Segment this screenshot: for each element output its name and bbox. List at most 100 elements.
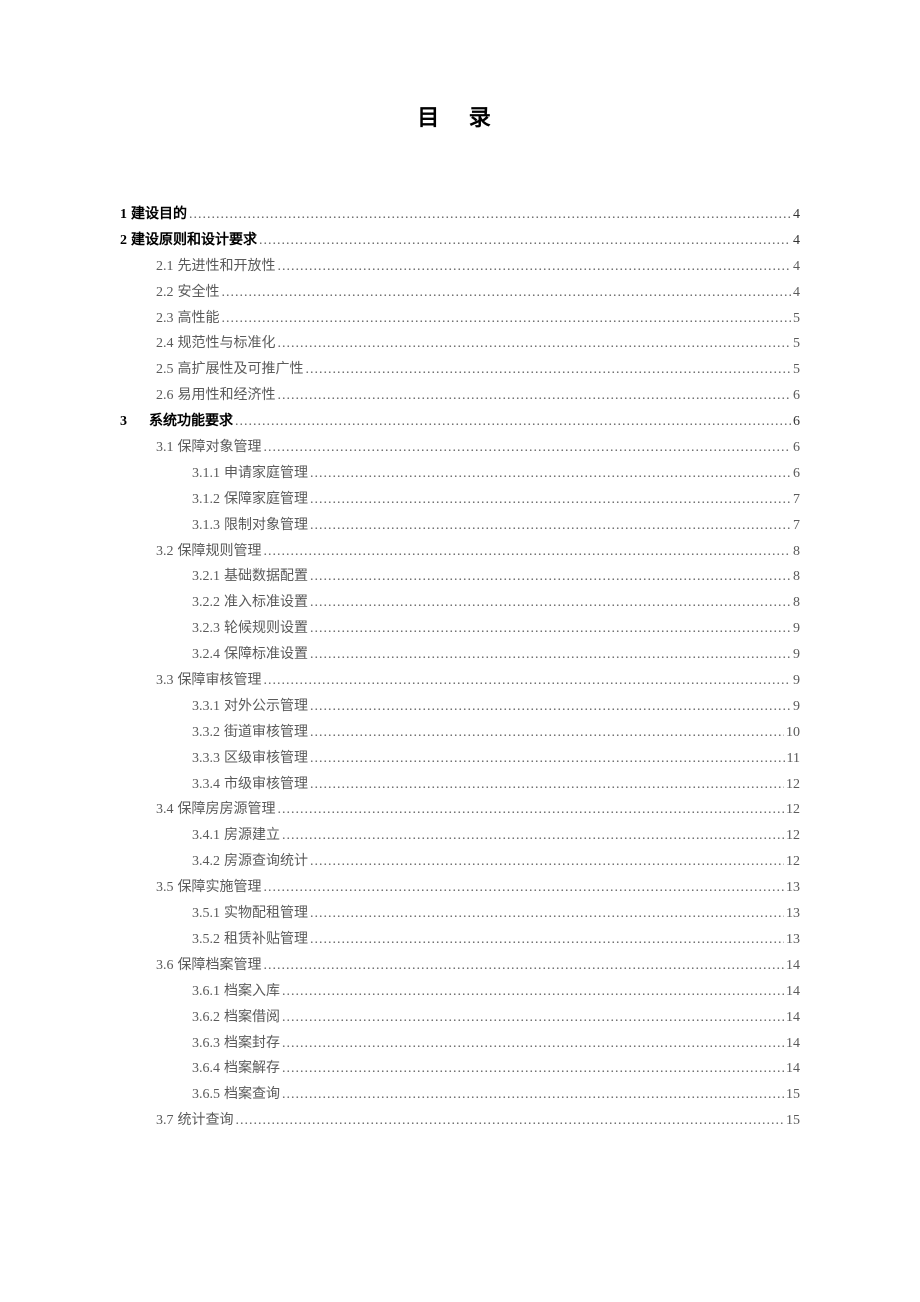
toc-entry-label: 先进性和开放性	[178, 254, 276, 280]
toc-entry-number: 3.3.4	[192, 772, 220, 798]
toc-entry[interactable]: 3 系统功能要求 6	[120, 409, 800, 435]
toc-leader-dots	[310, 642, 791, 668]
toc-entry[interactable]: 3.3.3区级审核管理11	[120, 746, 800, 772]
toc-entry[interactable]: 2.5高扩展性及可推广性5	[120, 357, 800, 383]
toc-entry[interactable]: 1建设目的4	[120, 202, 800, 228]
toc-entry-number: 3.6.1	[192, 979, 220, 1005]
toc-entry-page: 12	[786, 772, 800, 798]
toc-leader-dots	[310, 487, 791, 513]
toc-entry[interactable]: 3.3.2街道审核管理10	[120, 720, 800, 746]
toc-leader-dots	[310, 564, 791, 590]
toc-leader-dots	[189, 202, 791, 228]
toc-entry[interactable]: 3.5保障实施管理13	[120, 875, 800, 901]
toc-entry-label: 档案查询	[224, 1082, 280, 1108]
toc-entry-number: 3.6	[156, 953, 174, 979]
toc-leader-dots	[264, 435, 792, 461]
toc-entry-label: 区级审核管理	[224, 746, 308, 772]
toc-entry-page: 9	[793, 694, 800, 720]
toc-entry[interactable]: 3.6.5档案查询15	[120, 1082, 800, 1108]
toc-entry-page: 8	[793, 564, 800, 590]
toc-leader-dots	[282, 979, 784, 1005]
toc-entry-number: 3.6.2	[192, 1005, 220, 1031]
toc-entry-page: 15	[786, 1108, 800, 1134]
toc-entry[interactable]: 3.2保障规则管理 8	[120, 539, 800, 565]
toc-entry[interactable]: 3.4.2房源查询统计12	[120, 849, 800, 875]
toc-entry-page: 7	[793, 513, 800, 539]
toc-entry[interactable]: 2.2安全性4	[120, 280, 800, 306]
toc-entry-label: 保障档案管理	[178, 953, 262, 979]
toc-entry[interactable]: 3.6.3档案封存14	[120, 1031, 800, 1057]
toc-entry[interactable]: 3.7统计查询15	[120, 1108, 800, 1134]
toc-entry[interactable]: 3.2.4保障标准设置9	[120, 642, 800, 668]
toc-entry-label: 轮候规则设置	[224, 616, 308, 642]
toc-entry-number: 2.1	[156, 254, 174, 280]
toc-entry[interactable]: 3.4.1房源建立12	[120, 823, 800, 849]
toc-entry[interactable]: 3.2.1基础数据配置8	[120, 564, 800, 590]
toc-entry-page: 8	[793, 539, 800, 565]
toc-leader-dots	[222, 306, 792, 332]
toc-entry[interactable]: 3.3保障审核管理9	[120, 668, 800, 694]
toc-entry-number: 3.3.1	[192, 694, 220, 720]
toc-entry[interactable]: 3.4保障房房源管理12	[120, 797, 800, 823]
toc-entry-number: 3.4.1	[192, 823, 220, 849]
toc-entry-page: 14	[786, 1005, 800, 1031]
toc-entry-number: 3.2	[156, 539, 174, 565]
toc-entry-label: 保障规则管理	[178, 539, 262, 565]
toc-leader-dots	[310, 901, 784, 927]
toc-leader-dots	[310, 720, 784, 746]
toc-entry-label: 系统功能要求	[149, 409, 233, 435]
toc-leader-dots	[310, 927, 784, 953]
toc-entry-number: 3.1.2	[192, 487, 220, 513]
toc-entry-label: 限制对象管理	[224, 513, 308, 539]
toc-entry-number: 2.6	[156, 383, 174, 409]
toc-entry-number: 3	[120, 409, 127, 435]
toc-entry[interactable]: 3.6.2档案借阅14	[120, 1005, 800, 1031]
toc-entry[interactable]: 3.3.4市级审核管理 12	[120, 772, 800, 798]
toc-entry-number: 3.6.4	[192, 1056, 220, 1082]
toc-entry-number: 2.5	[156, 357, 174, 383]
toc-leader-dots	[235, 409, 791, 435]
toc-entry-label: 高扩展性及可推广性	[178, 357, 304, 383]
toc-entry[interactable]: 3.5.2租赁补贴管理13	[120, 927, 800, 953]
toc-entry-label: 申请家庭管理	[224, 461, 308, 487]
toc-entry[interactable]: 2.3高性能5	[120, 306, 800, 332]
toc-entry-label: 规范性与标准化	[178, 331, 276, 357]
toc-entry[interactable]: 2建设原则和设计要求4	[120, 228, 800, 254]
toc-entry[interactable]: 3.6.4档案解存14	[120, 1056, 800, 1082]
toc-leader-dots	[310, 849, 784, 875]
toc-entry-page: 6	[793, 435, 800, 461]
toc-entry-page: 6	[793, 409, 800, 435]
toc-entry-page: 13	[786, 875, 800, 901]
toc-entry[interactable]: 3.6保障档案管理14	[120, 953, 800, 979]
toc-entry-label: 租赁补贴管理	[224, 927, 308, 953]
toc-entry[interactable]: 3.2.2准入标准设置8	[120, 590, 800, 616]
toc-entry-number: 3.4.2	[192, 849, 220, 875]
toc-entry-page: 4	[793, 202, 800, 228]
toc-entry-number: 3.2.3	[192, 616, 220, 642]
toc-entry[interactable]: 3.1.1申请家庭管理6	[120, 461, 800, 487]
toc-entry[interactable]: 3.1保障对象管理6	[120, 435, 800, 461]
toc-entry-page: 13	[786, 927, 800, 953]
toc-title: 目 录	[120, 100, 800, 132]
toc-entry-label: 实物配租管理	[224, 901, 308, 927]
toc-entry[interactable]: 3.1.3限制对象管理7	[120, 513, 800, 539]
toc-leader-dots	[310, 694, 791, 720]
toc-entry[interactable]: 3.3.1 对外公示管理9	[120, 694, 800, 720]
toc-entry-label: 市级审核管理	[224, 772, 308, 798]
toc-entry-page: 13	[786, 901, 800, 927]
toc-entry-page: 4	[793, 254, 800, 280]
toc-entry[interactable]: 3.1.2保障家庭管理7	[120, 487, 800, 513]
toc-entry[interactable]: 3.2.3轮候规则设置9	[120, 616, 800, 642]
toc-entry[interactable]: 3.5.1实物配租管理13	[120, 901, 800, 927]
toc-leader-dots	[282, 1082, 784, 1108]
toc-entry[interactable]: 3.6.1档案入库14	[120, 979, 800, 1005]
toc-entry-page: 14	[786, 1056, 800, 1082]
toc-entry[interactable]: 2.1先进性和开放性 4	[120, 254, 800, 280]
toc-entry[interactable]: 2.4规范性与标准化5	[120, 331, 800, 357]
toc-entry[interactable]: 2.6易用性和经济性6	[120, 383, 800, 409]
toc-leader-dots	[222, 280, 792, 306]
toc-leader-dots	[278, 797, 785, 823]
toc-entry-page: 5	[793, 306, 800, 332]
toc-leader-dots	[310, 590, 791, 616]
toc-entry-number: 3.1	[156, 435, 174, 461]
